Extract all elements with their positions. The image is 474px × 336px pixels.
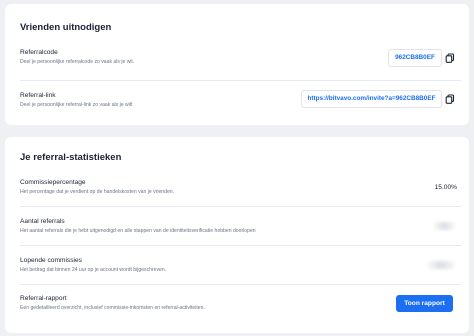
referral-count-description: Het aantal referrals die je hebt uitgeno… [20, 228, 256, 234]
referral-code-value[interactable]: 962CB8B0EF [388, 49, 442, 67]
referral-link-value[interactable]: https://bitvavo.com/invite?a=962CB8B0EF [301, 90, 442, 108]
commission-value: 15.00% [434, 184, 457, 191]
pending-description: Het bedrag dat binnen 24 uur op je accou… [20, 267, 167, 273]
copy-referral-code-button[interactable] [445, 53, 455, 63]
commission-row: Commissiepercentage Het percentage dat j… [20, 178, 461, 196]
invite-title: Vrienden uitnodigen [20, 22, 112, 33]
pending-row: Lopende commissies Het bedrag dat binnen… [20, 256, 461, 274]
copy-icon [445, 94, 455, 104]
divider [20, 206, 461, 207]
divider [20, 245, 461, 246]
stats-card: Je referral-statistieken Commissiepercen… [5, 137, 469, 333]
invite-card: Vrienden uitnodigen Referralcode Deel je… [5, 4, 469, 125]
report-description: Een gedetailleerd overzicht, inclusief c… [20, 305, 205, 311]
commission-label: Commissiepercentage [20, 179, 86, 186]
referral-count-label: Aantal referrals [20, 218, 65, 225]
referral-count-value-hidden [433, 222, 455, 230]
stats-title: Je referral-statistieken [20, 152, 122, 163]
divider [20, 80, 461, 81]
show-report-button[interactable]: Toon rapport [396, 295, 453, 312]
commission-description: Het percentage dat je verdient op de han… [20, 189, 175, 195]
report-label: Referral-rapport [20, 295, 67, 302]
copy-referral-link-button[interactable] [445, 94, 455, 104]
referral-count-row: Aantal referrals Het aantal referrals di… [20, 217, 461, 235]
divider [20, 284, 461, 285]
report-row: Referral-rapport Een gedetailleerd overz… [20, 294, 461, 312]
copy-icon [445, 53, 455, 63]
pending-label: Lopende commissies [20, 257, 82, 264]
pending-value-hidden [427, 261, 455, 269]
